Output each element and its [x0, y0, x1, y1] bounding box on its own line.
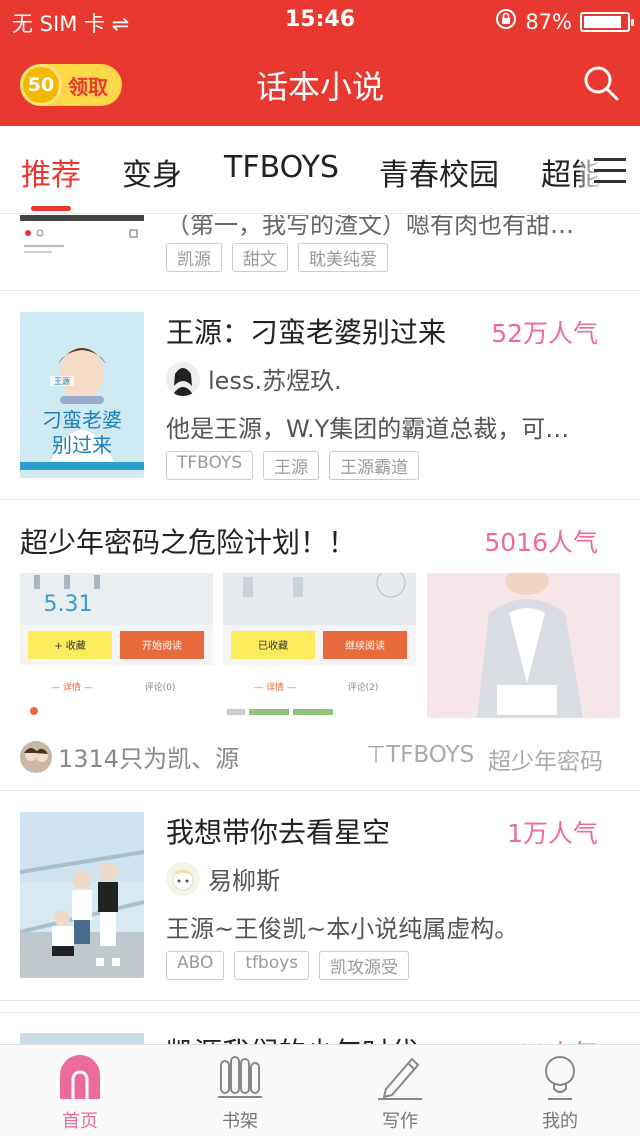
tag[interactable]: 凯攻源受 [319, 951, 410, 980]
author-name: less.苏煜玖. [208, 367, 342, 395]
avatar [166, 361, 200, 396]
tab-tfboys[interactable]: TFBOYS [224, 150, 339, 185]
nav-home[interactable]: 首页 [0, 1045, 160, 1136]
category-tabs: 推荐 变身 TFBOYS 青春校园 超能 [0, 126, 640, 214]
book-title: 凯源我们的少年时代 [166, 1031, 418, 1044]
preview-row-a: — 详情 — [51, 681, 93, 693]
book-cover [20, 215, 144, 267]
preview-image: 5.31 + 收藏 开始阅读 — 详情 — 评论(0) [20, 573, 213, 718]
divider [0, 290, 640, 291]
preview-row-b: 评论(0) [145, 681, 176, 693]
nav-label: 写作 [382, 1111, 418, 1132]
status-bar: 无 SIM 卡 ⇌ 15:46 87% [0, 0, 640, 40]
preview-big-text: 5.31 [44, 592, 93, 617]
category-menu-button[interactable] [580, 126, 640, 213]
tag[interactable]: TFBOYS [166, 451, 254, 480]
tab-transform[interactable]: 变身 [122, 150, 182, 194]
pen-icon [378, 1057, 422, 1100]
battery-icon [580, 11, 634, 32]
author-row[interactable]: 易柳斯 [166, 861, 280, 896]
book-cover: 刁蛮老婆 别过来 王源 [20, 312, 144, 478]
bookshelf-icon [218, 1056, 262, 1098]
search-icon [584, 66, 619, 101]
book-title: 王源：刁蛮老婆别过来 [166, 316, 447, 349]
preview-row-b: 评论(2) [348, 681, 379, 693]
active-tab-indicator [31, 206, 71, 211]
divider [0, 790, 640, 791]
preview-image: 已收藏 继续阅读 — 详情 — 评论(2) [223, 573, 416, 718]
preview-btn-b: 开始阅读 [142, 639, 182, 652]
popularity-count: 52万人气 [491, 319, 598, 348]
avatar [166, 861, 200, 896]
book-desc: （第一，我写的渣文）嗯有肉也有甜… [166, 215, 574, 239]
menu-icon [594, 157, 626, 161]
preview-row-a: — 详情 — [254, 681, 296, 693]
tag[interactable]: 凯源 [166, 243, 222, 272]
book-desc: 他是王源，W.Y集团的霸道总裁，可… [166, 415, 570, 443]
book-cover [20, 812, 144, 978]
preview-image [427, 573, 620, 718]
top-bar: 无 SIM 卡 ⇌ 15:46 87% 50 领取 话本小说 [0, 0, 640, 126]
book-title: 超少年密码之危险计划！！ [20, 526, 357, 559]
popularity-count: 1万人气 [507, 819, 598, 848]
search-button[interactable] [582, 64, 620, 102]
book-title: 我想带你去看星空 [166, 816, 391, 849]
menu-icon-bar [594, 179, 626, 183]
tag[interactable]: 王源霸道 [329, 451, 420, 480]
bottom-nav: 首页 书架 写作 我的 [0, 1044, 640, 1136]
cover-name: 王源 [54, 377, 70, 386]
tag[interactable]: 甜文 [232, 243, 288, 272]
tag-list: TFBOYS 王源 王源霸道 [166, 451, 420, 480]
preview-btn-a: + 收藏 [54, 639, 86, 652]
popularity-count: 400人气 [500, 1034, 598, 1044]
preview-btn-b: 继续阅读 [345, 639, 385, 652]
novel-feed[interactable]: （第一，我写的渣文）嗯有肉也有甜… 凯源 甜文 耽美纯爱 刁蛮老婆 别过来 王源… [0, 215, 640, 1044]
tab-recommend[interactable]: 推荐 [21, 150, 81, 194]
divider [0, 1000, 640, 1001]
keyword-text: TFBOYS [386, 742, 475, 768]
cover-title-line1: 刁蛮老婆 [42, 408, 122, 432]
tag[interactable]: ABO [166, 951, 225, 980]
popularity-count: 5016人气 [484, 528, 598, 557]
keyword-mark: ⊤ [366, 742, 387, 768]
nav-write[interactable]: 写作 [320, 1045, 480, 1136]
battery-fill [584, 15, 621, 28]
tag[interactable]: 耽美纯爱 [298, 243, 388, 272]
tab-campus[interactable]: 青春校园 [379, 150, 499, 194]
tag-list: 凯源 甜文 耽美纯爱 [166, 243, 388, 272]
app-header: 50 领取 话本小说 [0, 40, 640, 126]
divider [0, 499, 640, 500]
nav-label: 书架 [222, 1111, 258, 1132]
tag[interactable]: 王源 [263, 451, 320, 480]
menu-icon-bar [594, 168, 626, 172]
tag-list: ABO tfboys 凯攻源受 [166, 951, 410, 980]
nav-bookshelf[interactable]: 书架 [160, 1045, 320, 1136]
nav-label: 首页 [62, 1111, 98, 1132]
rotation-lock-icon [495, 8, 517, 35]
home-icon [60, 1055, 100, 1099]
divider [0, 1012, 640, 1013]
nav-label: 我的 [542, 1111, 578, 1132]
preview-btn-a: 已收藏 [258, 639, 288, 652]
author-row[interactable]: 1314只为凯、源 [20, 739, 239, 774]
author-name: 易柳斯 [208, 867, 280, 895]
author-name: 1314只为凯、源 [58, 745, 240, 773]
keyword[interactable]: ⊤TFBOYS [366, 742, 474, 768]
status-right: 87% [495, 8, 634, 35]
page-title: 话本小说 [255, 68, 384, 106]
keyword[interactable]: 超少年密码 [488, 742, 603, 776]
tag[interactable]: tfboys [234, 951, 310, 980]
profile-icon [544, 1056, 576, 1100]
avatar [20, 740, 52, 773]
book-cover [20, 1033, 144, 1044]
cover-title-line2: 别过来 [52, 433, 112, 457]
author-row[interactable]: less.苏煜玖. [166, 361, 342, 396]
nav-profile[interactable]: 我的 [480, 1045, 640, 1136]
book-desc: 王源~王俊凯~本小说纯属虚构。 [166, 915, 519, 943]
battery-percent: 87% [525, 9, 572, 34]
